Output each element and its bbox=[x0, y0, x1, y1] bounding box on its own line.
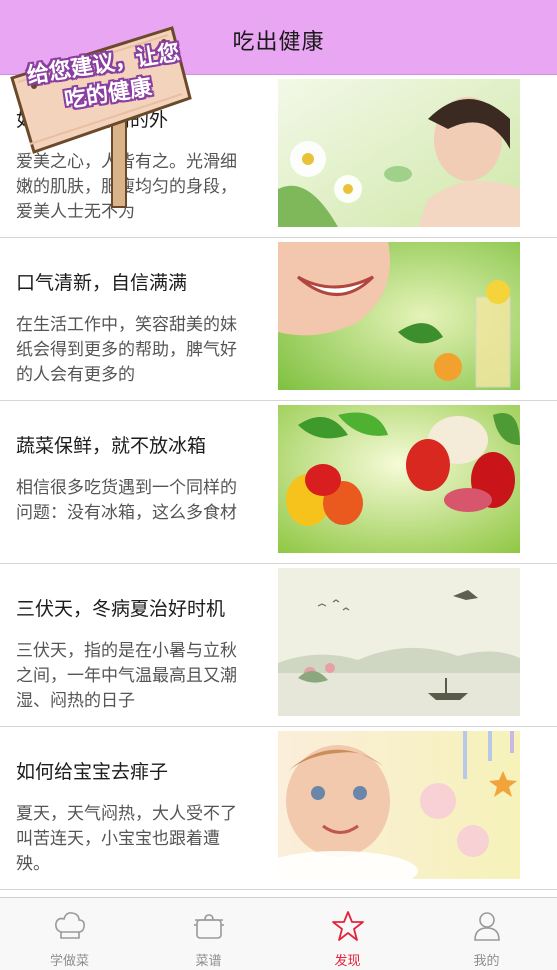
article-desc: 爱美之心，人皆有之。光滑细嫩的肌肤，肥瘦均匀的身段，爱美人士无不为 bbox=[16, 152, 237, 222]
tab-mine[interactable]: 我的 bbox=[417, 898, 556, 970]
article-title: 三伏天，冬病夏治好时机 bbox=[16, 598, 226, 620]
baby-bath-image bbox=[278, 731, 520, 879]
article-row[interactable]: 蔬菜保鲜，就不放冰箱 相信很多吃货遇到一个同样的问题：没有冰箱，这么多食材 bbox=[0, 401, 557, 564]
chef-hat-icon bbox=[54, 912, 85, 939]
tab-discover[interactable]: 发现 bbox=[278, 898, 417, 970]
tab-label: 菜谱 bbox=[195, 954, 222, 969]
pot-icon bbox=[193, 914, 224, 939]
article-row[interactable]: 三伏天，冬病夏治好时机 三伏天，指的是在小暑与立秋之间，一年中气温最高且又潮湿、… bbox=[0, 564, 557, 727]
article-title: 如何给宝宝去痱子 bbox=[16, 761, 169, 783]
article-row[interactable]: 口气清新，自信满满 在生活工作中，笑容甜美的妹纸会得到更多的帮助，脾气好的人会有… bbox=[0, 238, 557, 401]
smile-lemon-image bbox=[278, 242, 520, 390]
article-row[interactable]: 如何保持美丽的外 爱美之心，人皆有之。光滑细嫩的肌肤，肥瘦均匀的身段，爱美人士无… bbox=[0, 75, 557, 238]
ink-landscape-image bbox=[278, 568, 520, 716]
vegetables-image bbox=[278, 405, 520, 553]
article-desc: 夏天，天气闷热，大人受不了叫苦连天，小宝宝也跟着遭殃。 bbox=[16, 804, 237, 874]
nav-header: 吃出健康 bbox=[0, 0, 557, 75]
article-desc: 相信很多吃货遇到一个同样的问题：没有冰箱，这么多食材 bbox=[16, 478, 237, 523]
tab-learn-cooking[interactable]: 学做菜 bbox=[0, 898, 139, 970]
article-desc: 在生活工作中，笑容甜美的妹纸会得到更多的帮助，脾气好的人会有更多的 bbox=[16, 315, 237, 385]
article-desc: 三伏天，指的是在小暑与立秋之间，一年中气温最高且又潮湿、闷热的日子 bbox=[16, 641, 237, 711]
page-title: 吃出健康 bbox=[232, 30, 325, 55]
tab-bar: 学做菜 菜谱 发现 我的 bbox=[0, 897, 557, 970]
article-title: 口气清新，自信满满 bbox=[16, 272, 188, 294]
tab-label: 我的 bbox=[473, 954, 500, 969]
star-icon bbox=[331, 911, 364, 941]
tab-recipes[interactable]: 菜谱 bbox=[139, 898, 278, 970]
article-title: 蔬菜保鲜，就不放冰箱 bbox=[16, 435, 207, 457]
tab-label: 学做菜 bbox=[49, 954, 89, 969]
article-title: 如何保持美丽的外 bbox=[16, 109, 169, 131]
spa-face-image bbox=[278, 79, 520, 227]
person-icon bbox=[473, 912, 500, 941]
tab-label: 发现 bbox=[334, 954, 361, 969]
article-row[interactable]: 如何给宝宝去痱子 夏天，天气闷热，大人受不了叫苦连天，小宝宝也跟着遭殃。 bbox=[0, 727, 557, 890]
